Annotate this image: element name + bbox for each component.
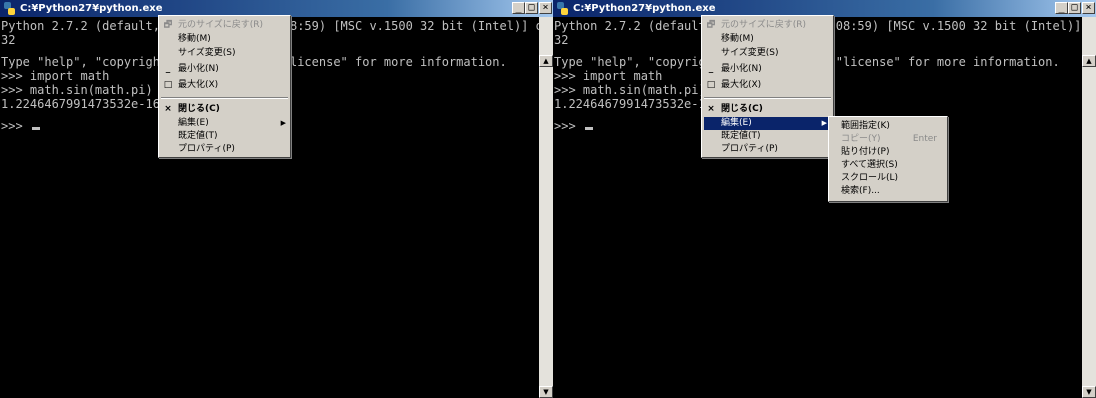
menu-item-minimize[interactable]: _ 最小化(N) bbox=[159, 63, 290, 76]
menu-item-move[interactable]: 移動(M) bbox=[702, 33, 833, 46]
close-button[interactable]: × bbox=[1082, 2, 1095, 14]
text-cursor bbox=[31, 127, 40, 130]
vertical-scrollbar[interactable]: ▲ ▼ bbox=[539, 17, 553, 398]
maximize-icon: □ bbox=[706, 80, 716, 90]
menu-item-edit[interactable]: 編集(E) ▶ bbox=[159, 117, 290, 130]
scroll-up-button[interactable]: ▲ bbox=[539, 55, 553, 67]
system-menu: 🗗 元のサイズに戻す(R) 移動(M) サイズ変更(S) _ 最小化(N) □ 最大化… bbox=[158, 15, 291, 158]
close-icon: × bbox=[707, 104, 715, 114]
console-prompt-line: >>> bbox=[1, 119, 40, 133]
edit-submenu: 範囲指定(K) コピー(Y) Enter 貼り付け(P) すべて選択(S) スクロ… bbox=[828, 116, 948, 202]
submenu-item-select-all[interactable]: すべて選択(S) bbox=[829, 159, 947, 172]
submenu-item-paste[interactable]: 貼り付け(P) bbox=[829, 146, 947, 159]
submenu-item-find[interactable]: 検索(F)... bbox=[829, 185, 947, 198]
maximize-button[interactable]: □ bbox=[525, 2, 538, 14]
submenu-item-scroll[interactable]: スクロール(L) bbox=[829, 172, 947, 185]
menu-item-move[interactable]: 移動(M) bbox=[159, 33, 290, 46]
console-line: 1.2246467991473532e-16 bbox=[554, 97, 713, 111]
restore-icon: 🗗 bbox=[163, 20, 173, 30]
console-line: >>> import math bbox=[1, 69, 110, 83]
maximize-icon: □ bbox=[163, 80, 173, 90]
menu-item-close[interactable]: × 閉じる(C) bbox=[159, 103, 290, 116]
menu-item-minimize[interactable]: _ 最小化(N) bbox=[702, 63, 833, 76]
system-menu: 🗗 元のサイズに戻す(R) 移動(M) サイズ変更(S) _ 最小化(N) □ 最大化… bbox=[701, 15, 834, 158]
menu-item-defaults[interactable]: 既定値(T) bbox=[702, 130, 833, 143]
scroll-up-button[interactable]: ▲ bbox=[1082, 55, 1096, 67]
console-line: >>> import math bbox=[554, 69, 663, 83]
restore-icon: 🗗 bbox=[706, 20, 716, 30]
console-line: 32 bbox=[1, 33, 16, 47]
console-window-right: C:¥Python27¥python.exe _ □ × Python 2.7.… bbox=[553, 0, 1096, 398]
menu-item-close[interactable]: × 閉じる(C) bbox=[702, 103, 833, 116]
python-app-icon[interactable] bbox=[2, 1, 17, 16]
menu-item-properties[interactable]: プロパティ(P) bbox=[702, 143, 833, 156]
submenu-arrow-icon: ▶ bbox=[821, 119, 827, 127]
menu-item-properties[interactable]: プロパティ(P) bbox=[159, 143, 290, 156]
submenu-arrow-icon: ▶ bbox=[280, 119, 286, 127]
prompt: >>> bbox=[1, 119, 30, 133]
menu-item-resize[interactable]: サイズ変更(S) bbox=[159, 47, 290, 60]
text-cursor bbox=[584, 127, 593, 130]
menu-separator bbox=[161, 97, 288, 99]
window-title: C:¥Python27¥python.exe bbox=[20, 3, 163, 14]
close-button[interactable]: × bbox=[539, 2, 552, 14]
minimize-icon: _ bbox=[165, 64, 171, 74]
menu-item-restore[interactable]: 🗗 元のサイズに戻す(R) bbox=[159, 19, 290, 32]
console-line: >>> math.sin(math.pi) bbox=[554, 83, 706, 97]
vertical-scrollbar[interactable]: ▲ ▼ bbox=[1082, 17, 1096, 398]
close-icon: × bbox=[164, 104, 172, 114]
submenu-item-mark[interactable]: 範囲指定(K) bbox=[829, 120, 947, 133]
menu-item-restore[interactable]: 🗗 元のサイズに戻す(R) bbox=[702, 19, 833, 32]
console-line: 1.2246467991473532e-16 bbox=[1, 97, 160, 111]
python-app-icon[interactable] bbox=[555, 1, 570, 16]
console-window-left: C:¥Python27¥python.exe _ □ × Python 2.7.… bbox=[0, 0, 553, 398]
maximize-button[interactable]: □ bbox=[1068, 2, 1081, 14]
menu-item-maximize[interactable]: □ 最大化(X) bbox=[159, 79, 290, 92]
menu-item-defaults[interactable]: 既定値(T) bbox=[159, 130, 290, 143]
prompt: >>> bbox=[554, 119, 583, 133]
menu-item-edit[interactable]: 編集(E) ▶ bbox=[704, 117, 831, 130]
minimize-button[interactable]: _ bbox=[1055, 2, 1068, 14]
window-title: C:¥Python27¥python.exe bbox=[573, 3, 716, 14]
menu-item-resize[interactable]: サイズ変更(S) bbox=[702, 47, 833, 60]
submenu-item-copy[interactable]: コピー(Y) Enter bbox=[829, 133, 947, 146]
minimize-button[interactable]: _ bbox=[512, 2, 525, 14]
scroll-down-button[interactable]: ▼ bbox=[539, 386, 553, 398]
menu-item-maximize[interactable]: □ 最大化(X) bbox=[702, 79, 833, 92]
console-line: >>> math.sin(math.pi) bbox=[1, 83, 153, 97]
console-line: 32 bbox=[554, 33, 569, 47]
console-prompt-line: >>> bbox=[554, 119, 593, 133]
minimize-icon: _ bbox=[708, 64, 714, 74]
scroll-down-button[interactable]: ▼ bbox=[1082, 386, 1096, 398]
menu-separator bbox=[704, 97, 831, 99]
